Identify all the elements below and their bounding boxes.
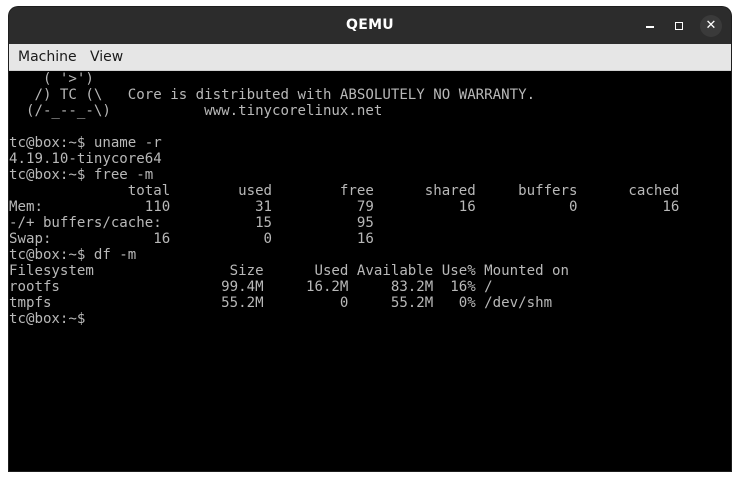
terminal-line: ( '>') [9,71,94,87]
menu-machine[interactable]: Machine [18,44,77,70]
terminal-prompt-line: tc@box:~$ [9,311,86,327]
maximize-icon [675,22,683,30]
menu-bar: Machine View [9,44,731,71]
qemu-window: QEMU ✕ Machine View ( '>') /) TC (\ Core… [9,7,731,471]
terminal-line: total used free shared buffers cached [9,183,680,199]
maximize-button[interactable] [668,15,690,37]
close-button[interactable]: ✕ [700,15,722,37]
terminal-output: ( '>') /) TC (\ Core is distributed with… [9,71,731,327]
terminal-line: tc@box:~$ uname -r [9,135,162,151]
terminal-line: tc@box:~$ df -m [9,247,137,263]
close-icon: ✕ [705,18,717,33]
terminal-line: Mem: 110 31 79 16 0 16 [9,199,680,215]
terminal-line: /) TC (\ Core is distributed with ABSOLU… [9,87,536,103]
terminal-line: 4.19.10-tinycore64 [9,151,162,167]
terminal-line: -/+ buffers/cache: 15 95 [9,215,374,231]
terminal-line: tc@box:~$ free -m [9,167,154,183]
title-bar[interactable]: QEMU ✕ [9,7,731,44]
menu-view[interactable]: View [90,44,123,70]
terminal-line: rootfs 99.4M 16.2M 83.2M 16% / [9,279,493,295]
terminal-line: tmpfs 55.2M 0 55.2M 0% /dev/shm [9,295,553,311]
terminal-line: Filesystem Size Used Available Use% Moun… [9,263,570,279]
window-title: QEMU [346,17,394,33]
minimize-icon [646,26,654,28]
vm-display[interactable]: ( '>') /) TC (\ Core is distributed with… [9,71,731,471]
minimize-button[interactable] [639,15,661,37]
terminal-line: Swap: 16 0 16 [9,231,374,247]
terminal-line: (/-_--_-\) www.tinycorelinux.net [9,103,383,119]
